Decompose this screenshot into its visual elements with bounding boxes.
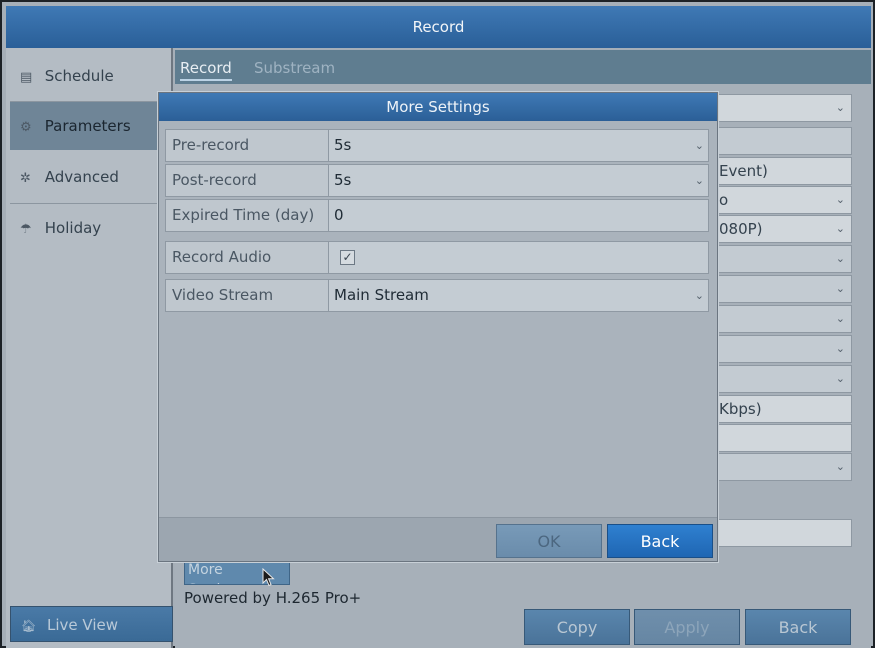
bg-field-13[interactable]: ⌄ [714,453,852,481]
sidebar-item-label: Holiday [44,219,102,237]
sidebar-item-schedule[interactable]: ▤ Schedule [10,52,173,100]
video-stream-label: Video Stream [166,280,329,311]
bg-field-10[interactable]: ⌄ [714,365,852,393]
chevron-down-icon: ⌄ [694,174,704,187]
bg-field-stream-type[interactable]: Event) [714,157,852,185]
sidebar-item-label: Advanced [44,168,119,186]
tab-record[interactable]: Record [180,59,232,81]
window-title: Record [6,6,871,48]
powered-by-text: Powered by H.265 Pro+ [184,589,362,607]
post-record-label: Post-record [166,165,329,196]
more-settings-dialog: More Settings Pre-record 5s ⌄ Post-recor… [158,92,718,562]
record-screen: Record ▤ Schedule ⚙ Parameters ✲ Advance… [0,0,875,648]
sidebar-item-label: Parameters [44,117,131,135]
chevron-down-icon: ⌄ [694,139,704,152]
record-audio-label: Record Audio [166,242,329,273]
pre-record-label: Pre-record [166,130,329,161]
bg-field-4[interactable]: o ⌄ [714,186,852,214]
mouse-cursor-icon [262,568,275,587]
chevron-down-icon: ⌄ [835,282,845,295]
chevron-down-icon: ⌄ [835,372,845,385]
bg-field-6[interactable]: ⌄ [714,245,852,273]
bg-field-resolution[interactable]: 080P) ⌄ [714,215,852,243]
tab-substream[interactable]: Substream [254,59,335,77]
record-audio-checkbox[interactable]: ✓ [340,250,355,265]
sidebar-item-holiday[interactable]: ☂ Holiday [10,204,173,252]
bg-field-14[interactable] [714,519,852,547]
sidebar: ▤ Schedule ⚙ Parameters ✲ Advanced ☂ Hol… [6,48,173,648]
gear-advanced-icon: ✲ [20,171,31,186]
chevron-down-icon: ⌄ [835,193,845,206]
bg-field-2 [714,127,852,155]
back-button-main[interactable]: Back [745,609,851,645]
expired-time-input[interactable]: 0 [334,200,708,231]
back-button[interactable]: Back [607,524,713,558]
sidebar-item-parameters[interactable]: ⚙ Parameters [10,102,173,150]
dialog-title: More Settings [159,93,717,121]
record-audio-cell: ✓ [334,242,708,273]
ok-button[interactable]: OK [496,524,602,558]
bg-field-camera[interactable]: ⌄ [714,94,852,122]
expired-time-label: Expired Time (day) [166,200,329,231]
chevron-down-icon: ⌄ [835,222,845,235]
gear-icon: ⚙ [20,120,32,135]
bg-field-bitrate[interactable]: Kbps) [714,395,852,423]
record-audio-row: Record Audio ✓ [165,241,709,274]
video-stream-select[interactable]: Main Stream ⌄ [334,280,708,311]
bg-field-9[interactable]: ⌄ [714,335,852,363]
video-stream-row: Video Stream Main Stream ⌄ [165,279,709,312]
pre-record-select[interactable]: 5s ⌄ [334,130,708,161]
post-record-row: Post-record 5s ⌄ [165,164,709,197]
home-icon: 🏠︎ [21,619,37,633]
dialog-footer: OK Back [159,517,717,561]
bg-field-7[interactable]: ⌄ [714,275,852,303]
chevron-down-icon: ⌄ [835,342,845,355]
chevron-down-icon: ⌄ [694,289,704,302]
bg-field-12[interactable] [714,424,852,452]
tab-bar: Record Substream [175,50,871,84]
pre-record-row: Pre-record 5s ⌄ [165,129,709,162]
chevron-down-icon: ⌄ [835,101,845,114]
live-view-button[interactable]: 🏠︎ Live View [10,606,173,642]
bg-field-8[interactable]: ⌄ [714,305,852,333]
umbrella-icon: ☂ [20,222,32,237]
chevron-down-icon: ⌄ [835,460,845,473]
copy-button[interactable]: Copy [524,609,630,645]
sidebar-item-advanced[interactable]: ✲ Advanced [10,153,173,201]
chevron-down-icon: ⌄ [835,312,845,325]
chevron-down-icon: ⌄ [835,252,845,265]
expired-time-row: Expired Time (day) 0 [165,199,709,232]
live-view-label: Live View [47,616,119,634]
sidebar-item-label: Schedule [44,67,114,85]
apply-button[interactable]: Apply [634,609,740,645]
calendar-icon: ▤ [20,70,33,85]
post-record-select[interactable]: 5s ⌄ [334,165,708,196]
